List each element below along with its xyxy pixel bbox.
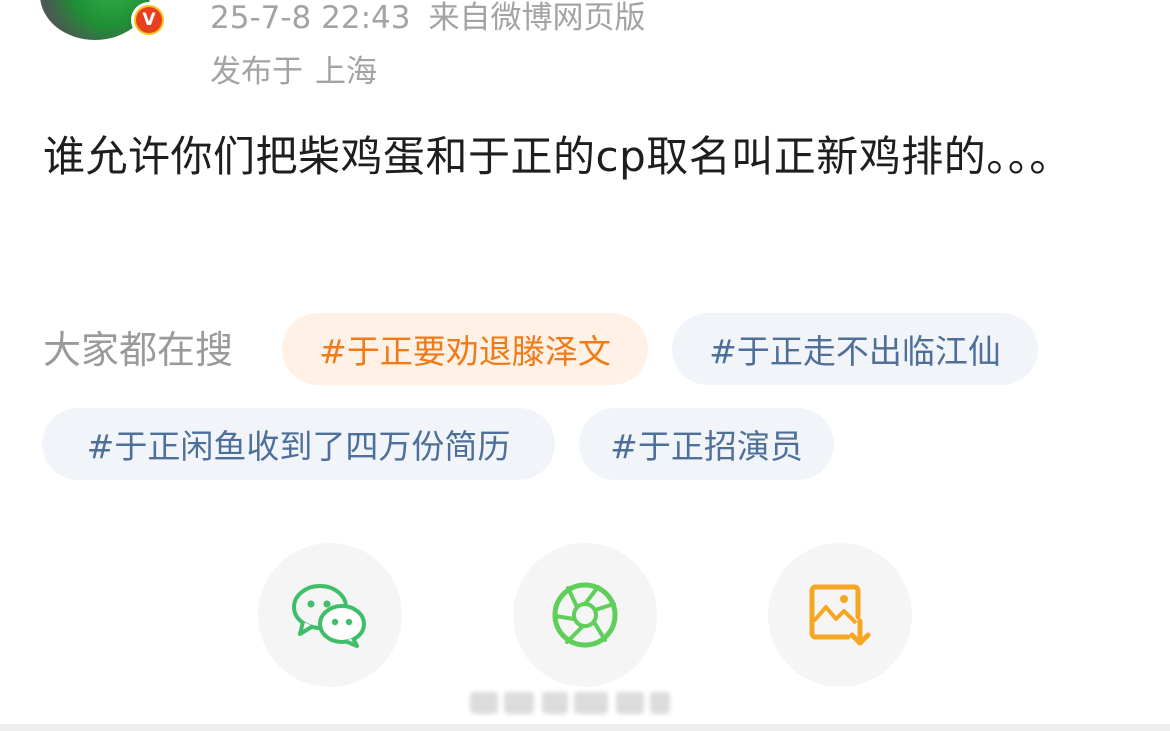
hot-search-tag[interactable]: #于正走不出临江仙 bbox=[672, 313, 1038, 385]
post-source: 来自微博网页版 bbox=[428, 0, 646, 36]
hot-search-label: 大家都在搜 bbox=[43, 328, 234, 372]
verified-mark: V bbox=[136, 7, 162, 33]
wechat-icon bbox=[292, 584, 366, 648]
post-meta-location: 发布于 上海 bbox=[210, 46, 377, 91]
save-image-icon bbox=[809, 584, 871, 646]
post-body-text: 谁允许你们把柴鸡蛋和于正的cp取名叫正新鸡排的。。。 bbox=[43, 132, 1072, 181]
weibo-post-page: V 25-7-8 22:43 来自微博网页版 发布于 上海 谁允许你们把柴鸡蛋和于正… bbox=[0, 0, 1170, 731]
verified-badge-icon: V bbox=[131, 2, 167, 38]
hot-search-tag[interactable]: #于正要劝退滕泽文 bbox=[282, 313, 648, 385]
share-moments-button[interactable] bbox=[513, 543, 657, 687]
location-prefix: 发布于 bbox=[210, 54, 303, 90]
post-meta-time: 25-7-8 22:43 来自微博网页版 bbox=[210, 0, 645, 37]
hot-search-tag[interactable]: #于正闲鱼收到了四万份简历 bbox=[42, 408, 555, 480]
moments-icon bbox=[552, 582, 618, 648]
post-timestamp: 25-7-8 22:43 bbox=[210, 0, 411, 36]
share-wechat-button[interactable] bbox=[258, 543, 402, 687]
bottom-divider bbox=[0, 724, 1170, 731]
blurred-watermark bbox=[470, 688, 700, 720]
hot-search-tag[interactable]: #于正招演员 bbox=[579, 408, 834, 480]
save-image-button[interactable] bbox=[768, 543, 912, 687]
location-city: 上海 bbox=[315, 54, 377, 90]
